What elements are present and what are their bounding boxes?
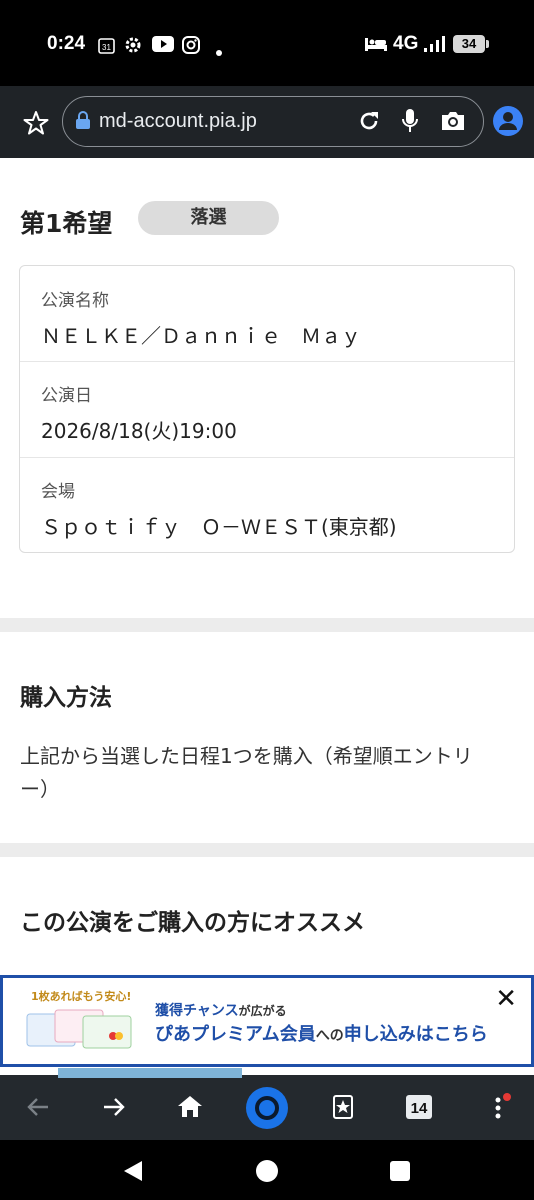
- banner-line-2: ぴあプレミアム会員への申し込みはこちら: [155, 1020, 488, 1046]
- section-divider: [0, 843, 534, 857]
- account-avatar-icon[interactable]: [493, 106, 523, 140]
- forward-arrow-icon[interactable]: [102, 1097, 126, 1121]
- signal-icon: [423, 35, 445, 57]
- banner-text-spread: が広がる: [238, 1004, 287, 1018]
- browser-bottom-bar: 14: [0, 1068, 534, 1140]
- status-badge: 落選: [138, 201, 279, 235]
- detail-value: 2026/8/18(火)19:00: [41, 419, 237, 443]
- back-arrow-icon[interactable]: [26, 1097, 50, 1121]
- banner-tagline: 1枚あればもう安心!: [31, 990, 132, 1003]
- lock-icon: [75, 110, 91, 134]
- status-bar: 0:24 31 4G 34: [0, 0, 534, 86]
- calendar-icon: 31: [98, 37, 115, 58]
- divider: [20, 361, 514, 362]
- more-menu-icon[interactable]: [490, 1092, 514, 1126]
- detail-value: ＮＥＬＫＥ／Ｄａｎｎｉｅ Ｍａｙ: [41, 324, 361, 348]
- bookmark-star-icon[interactable]: [23, 110, 49, 139]
- banner-text-premium: ぴあプレミアム会員: [155, 1024, 316, 1045]
- network-type: 4G: [393, 33, 419, 54]
- section-divider: [0, 618, 534, 632]
- youtube-icon: [152, 36, 174, 56]
- purchase-line-2: ー）: [20, 777, 60, 801]
- purchase-method-text: 上記から当選した日程1つを購入（希望順エントリ ー）: [20, 740, 520, 806]
- banner-line-1: 獲得チャンスが広がる: [155, 1000, 287, 1020]
- purchase-line-1: 上記から当選した日程1つを購入（希望順エントリ: [20, 744, 473, 768]
- system-navigation-bar: [0, 1140, 534, 1200]
- browser-toolbar: md-account.pia.jp: [0, 86, 534, 158]
- url-text: md-account.pia.jp: [99, 110, 257, 132]
- bookmarks-icon[interactable]: [333, 1095, 353, 1123]
- calendar-day: 31: [102, 43, 111, 52]
- purchase-method-heading: 購入方法: [20, 685, 112, 711]
- detail-label: 会場: [41, 482, 75, 502]
- bed-icon: [364, 36, 388, 56]
- detail-label: 公演名称: [41, 291, 109, 311]
- notification-dot-icon: [216, 41, 222, 60]
- detail-label: 公演日: [41, 386, 92, 406]
- settings-icon: [124, 36, 142, 58]
- microphone-icon[interactable]: [401, 108, 419, 138]
- home-icon[interactable]: [177, 1094, 203, 1122]
- tabs-count-button[interactable]: 14: [405, 1094, 433, 1124]
- system-home-icon[interactable]: [255, 1159, 279, 1187]
- premium-member-banner[interactable]: 1枚あればもう安心! 獲得チャンスが広がる ぴあプレミアム会員への申し込みはこち…: [0, 975, 534, 1067]
- status-time: 0:24: [47, 33, 86, 54]
- system-back-icon[interactable]: [122, 1159, 144, 1187]
- recommend-heading: この公演をご購入の方にオススメ: [20, 910, 365, 936]
- banner-text-chance: 獲得チャンス: [155, 1003, 239, 1019]
- battery-level: 34: [453, 35, 489, 53]
- banner-text-to: への: [315, 1028, 344, 1044]
- choice-title: 第1希望: [20, 209, 113, 238]
- banner-text-apply: 申し込みはこちら: [343, 1024, 488, 1045]
- divider: [20, 457, 514, 458]
- banner-close-button[interactable]: ✕: [495, 984, 517, 1014]
- address-bar[interactable]: md-account.pia.jp: [62, 96, 484, 147]
- detail-value: Ｓｐｏｔｉｆｙ Ｏ－ＷＥＳＴ(東京都): [41, 515, 397, 539]
- tab-count: 14: [411, 1100, 428, 1117]
- performance-details-card: 公演名称 ＮＥＬＫＥ／Ｄａｎｎｉｅ Ｍａｙ 公演日 2026/8/18(火)19…: [19, 265, 515, 553]
- system-recents-icon[interactable]: [389, 1160, 411, 1186]
- instagram-icon: [182, 36, 200, 58]
- membership-cards-image: [25, 1006, 135, 1052]
- camera-icon[interactable]: [440, 110, 466, 136]
- tab-preview-strip: [58, 1068, 242, 1078]
- reload-icon[interactable]: [357, 109, 381, 137]
- assistant-button-icon[interactable]: [246, 1087, 288, 1133]
